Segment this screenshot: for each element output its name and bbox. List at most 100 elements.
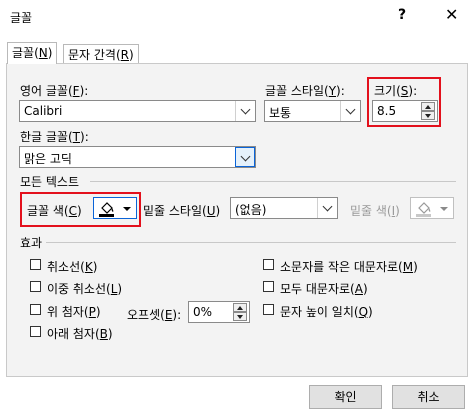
label-text: 취소선( <box>47 260 85 274</box>
checkbox-label: 문자 높이 일치(Q) <box>280 303 373 320</box>
title-bar: 글꼴 ? ✕ <box>0 0 472 32</box>
label-suffix: ) <box>77 204 82 218</box>
tab-accesskey: N <box>38 46 48 60</box>
label-suffix: ) <box>413 260 418 274</box>
size-value: 8.5 <box>377 104 397 118</box>
checkbox-label: 아래 첨자(B) <box>47 325 113 342</box>
accesskey: A <box>354 282 363 296</box>
checkbox-label: 취소선(K) <box>47 258 97 275</box>
label-suffix: ) <box>362 282 368 296</box>
label-text: 아래 첨자( <box>47 327 100 341</box>
font-style-label: 글꼴 스타일(Y): <box>265 82 345 99</box>
font-color-button[interactable] <box>93 197 137 219</box>
help-icon[interactable]: ? <box>398 7 406 23</box>
size-label: 크기(S): <box>374 82 417 99</box>
accesskey: U <box>206 204 216 218</box>
offset-value: 0% <box>193 305 213 319</box>
paint-bucket-icon <box>416 202 431 217</box>
tab-label: 문자 간격( <box>68 48 121 62</box>
accesskey: B <box>99 327 108 341</box>
chevron-down-icon[interactable] <box>340 101 360 121</box>
tab-font[interactable]: 글꼴(N) <box>7 42 58 64</box>
accesskey: F <box>72 84 80 98</box>
underline-color-label: 밑줄 색(I) <box>350 202 400 219</box>
offset-spinner[interactable]: 0% <box>188 301 250 323</box>
latin-font-value: Calibri <box>24 104 63 118</box>
accesskey: M <box>402 260 414 274</box>
label-suffix: ) <box>95 305 101 319</box>
tab-character-spacing[interactable]: 문자 간격(R) <box>63 44 139 64</box>
chevron-down-icon[interactable] <box>317 198 337 218</box>
section-divider <box>90 181 456 182</box>
label-suffix: ): <box>408 84 418 98</box>
label-suffix: ): <box>172 308 182 322</box>
tab-label-suffix: ) <box>47 46 53 60</box>
checkbox-label: 소문자를 작은 대문자로(M) <box>280 258 418 275</box>
label-text: 크기( <box>374 84 401 98</box>
tab-label: 글꼴( <box>12 46 39 60</box>
label-text: 한글 글꼴( <box>20 130 73 144</box>
font-style-combobox[interactable]: 보통 <box>264 100 361 122</box>
spin-down-icon[interactable] <box>421 111 435 120</box>
all-text-section-title: 모든 텍스트 <box>20 175 80 189</box>
accesskey: T <box>72 130 81 144</box>
font-color-label: 글꼴 색(C) <box>27 202 82 219</box>
tab-accesskey: R <box>120 48 130 62</box>
spin-down-icon[interactable] <box>233 312 247 321</box>
window-title: 글꼴 <box>10 11 33 25</box>
dropdown-caret-icon <box>440 207 448 211</box>
spin-up-icon[interactable] <box>233 303 247 312</box>
section-divider <box>46 242 456 243</box>
accesskey: Y <box>328 84 337 98</box>
checkbox-box[interactable] <box>263 259 274 270</box>
offset-label: 오프셋(E): <box>127 306 181 323</box>
label-suffix: ): <box>80 130 89 144</box>
label-text: 모두 대문자로( <box>280 282 355 296</box>
label-suffix: ) <box>117 282 123 296</box>
effects-section-title: 효과 <box>20 236 43 250</box>
close-icon[interactable]: ✕ <box>445 5 458 24</box>
checkbox-box[interactable] <box>263 304 274 315</box>
size-spinner[interactable]: 8.5 <box>372 100 438 122</box>
accesskey: P <box>88 305 96 319</box>
checkbox-label: 위 첨자(P) <box>47 303 101 320</box>
label-suffix: ) <box>215 204 221 218</box>
checkbox-box[interactable] <box>30 304 41 315</box>
checkbox-box[interactable] <box>30 281 41 292</box>
checkbox-box[interactable] <box>30 326 41 337</box>
label-text: 소문자를 작은 대문자로( <box>280 260 403 274</box>
font-style-value: 보통 <box>269 106 292 120</box>
label-suffix: ) <box>92 260 98 274</box>
label-text: 오프셋( <box>127 308 165 322</box>
accesskey: Q <box>358 305 369 319</box>
label-text: 위 첨자( <box>47 305 89 319</box>
accesskey: K <box>84 260 93 274</box>
chevron-down-icon[interactable] <box>235 101 255 121</box>
dropdown-caret-icon <box>123 207 131 211</box>
label-text: 밑줄 색( <box>350 204 392 218</box>
latin-font-combobox[interactable]: Calibri <box>19 100 256 122</box>
label-text: 밑줄 스타일( <box>143 204 207 218</box>
cancel-button[interactable]: 취소 <box>392 385 465 409</box>
label-text: 이중 취소선( <box>47 282 111 296</box>
asian-font-value: 맑은 고딕 <box>24 152 72 166</box>
checkbox-label: 모두 대문자로(A) <box>280 280 368 297</box>
label-text: 글꼴 스타일( <box>265 84 329 98</box>
underline-color-button[interactable] <box>410 197 454 219</box>
tab-label-suffix: ) <box>129 48 134 62</box>
chevron-down-icon[interactable] <box>235 147 255 167</box>
label-suffix: ): <box>336 84 345 98</box>
underline-style-value: (없음) <box>235 203 267 217</box>
checkbox-box[interactable] <box>30 259 41 270</box>
checkbox-label: 이중 취소선(L) <box>47 280 122 297</box>
label-text: 영어 글꼴( <box>20 84 73 98</box>
spin-up-icon[interactable] <box>421 102 435 111</box>
label-text: 문자 높이 일치( <box>280 305 359 319</box>
underline-style-combobox[interactable]: (없음) <box>230 197 338 219</box>
latin-font-label: 영어 글꼴(F): <box>20 82 88 99</box>
asian-font-combobox[interactable]: 맑은 고딕 <box>19 146 256 168</box>
label-suffix: ) <box>368 305 373 319</box>
ok-button[interactable]: 확인 <box>309 385 382 409</box>
underline-style-label: 밑줄 스타일(U) <box>143 202 220 219</box>
checkbox-box[interactable] <box>263 281 274 292</box>
